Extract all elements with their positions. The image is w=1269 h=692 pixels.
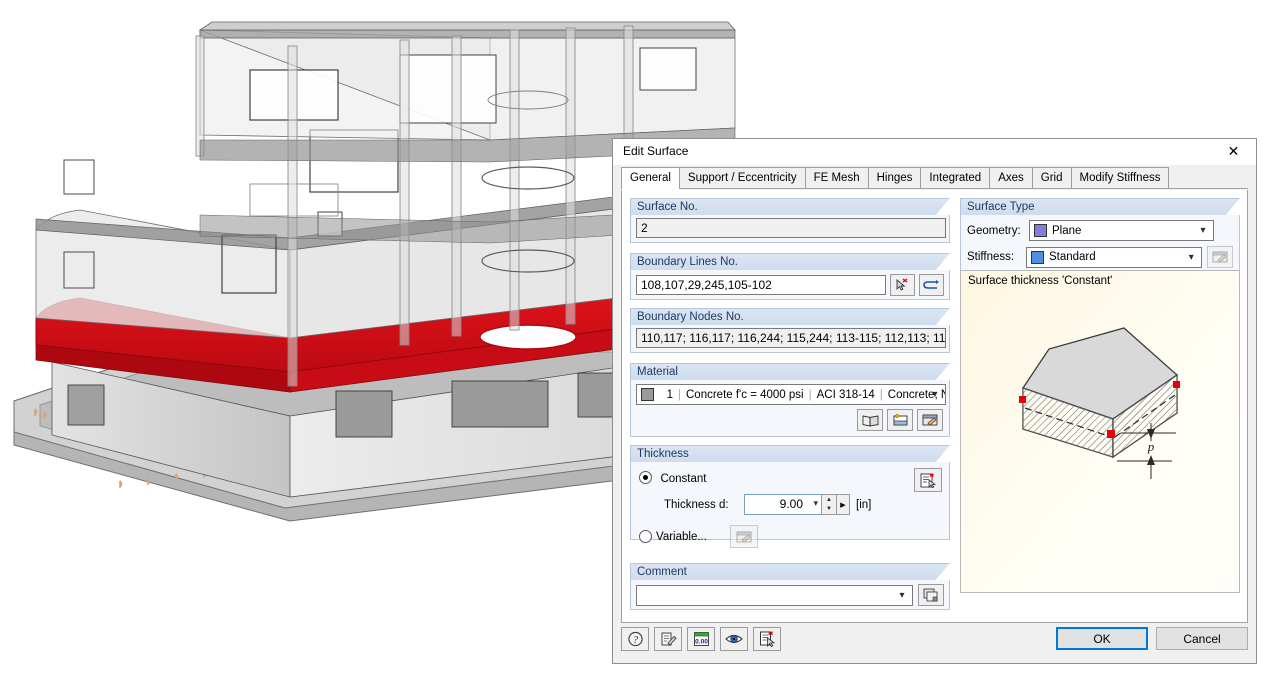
thickness-d-value: 9.00 xyxy=(780,497,803,511)
material-color-swatch xyxy=(641,388,654,401)
thickness-preview-panel[interactable]: Surface thickness 'Constant' xyxy=(960,270,1240,593)
thickness-unit: [in] xyxy=(856,499,871,511)
ok-button[interactable]: OK xyxy=(1056,627,1148,650)
chevron-down-icon[interactable]: ▾ xyxy=(1184,248,1198,267)
material-combo[interactable]: 1 | Concrete f'c = 4000 psi | ACI 318-14… xyxy=(636,384,946,405)
geometry-color-swatch xyxy=(1034,224,1047,237)
comment-input[interactable]: ▾ xyxy=(636,585,913,606)
geometry-combo[interactable]: Plane ▾ xyxy=(1029,220,1214,241)
thickness-variable-radio[interactable] xyxy=(639,530,652,543)
boundary-lines-field[interactable]: 108,107,29,245,105-102 xyxy=(636,275,886,295)
tab-hinges[interactable]: Hinges xyxy=(868,167,922,188)
thickness-more-icon[interactable]: ▶ xyxy=(837,494,850,515)
thickness-d-value-wrap[interactable]: 9.00 ▾ xyxy=(744,494,822,515)
surface-type-group: Surface Type Geometry: Plane ▾ Stiffness… xyxy=(960,198,1240,273)
material-group: Material 1 | Concrete f'c = 4000 psi | A… xyxy=(630,363,950,437)
surface-no-field[interactable]: 2 xyxy=(636,218,946,238)
material-label: Material xyxy=(630,363,950,380)
tab-modify-stiffness[interactable]: Modify Stiffness xyxy=(1071,167,1170,188)
edit-note-icon[interactable] xyxy=(654,627,682,651)
stiffness-settings-icon[interactable] xyxy=(1207,246,1233,268)
thickness-variable-label: Variable... xyxy=(656,531,730,543)
tab-general[interactable]: General xyxy=(621,167,680,189)
eye-view-icon[interactable] xyxy=(720,627,748,651)
surface-no-label: Surface No. xyxy=(630,198,950,215)
geometry-label: Geometry: xyxy=(967,225,1029,237)
variable-thickness-icon[interactable] xyxy=(730,525,758,548)
chevron-down-icon[interactable]: ▾ xyxy=(813,498,818,509)
chevron-down-icon[interactable]: ▾ xyxy=(928,385,942,404)
material-standard: ACI 318-14 xyxy=(817,389,875,401)
help-question-icon[interactable]: ? xyxy=(621,627,649,651)
thickness-spinner-arrows[interactable]: ▲ ▼ xyxy=(822,494,837,515)
chevron-down-icon[interactable]: ▾ xyxy=(895,586,909,605)
surface-type-label: Surface Type xyxy=(960,198,1240,215)
stiffness-color-swatch xyxy=(1031,251,1044,264)
edit-material-icon[interactable] xyxy=(917,409,943,431)
thickness-constant-radio[interactable] xyxy=(639,471,652,484)
tab-bar[interactable]: General Support / Eccentricity FE Mesh H… xyxy=(621,168,1248,189)
comment-group: Comment ▾ xyxy=(630,563,950,610)
stiffness-combo[interactable]: Standard ▾ xyxy=(1026,247,1202,268)
thickness-constant-radio-row[interactable]: Constant xyxy=(639,469,941,487)
dialog-title: Edit Surface xyxy=(623,144,688,158)
material-number: 1 xyxy=(659,389,673,401)
thickness-variable-row[interactable]: Variable... xyxy=(639,525,941,548)
tab-integrated[interactable]: Integrated xyxy=(920,167,990,188)
boundary-lines-label: Boundary Lines No. xyxy=(630,253,950,270)
dialog-footer: ? 0.00 xyxy=(613,623,1256,663)
spinner-down-icon[interactable]: ▼ xyxy=(822,505,836,515)
close-icon[interactable]: ✕ xyxy=(1211,139,1256,165)
tab-fe-mesh[interactable]: FE Mesh xyxy=(805,167,869,188)
svg-text:0.00: 0.00 xyxy=(695,639,708,646)
reverse-arrow-icon[interactable] xyxy=(919,274,944,296)
stiffness-label: Stiffness: xyxy=(967,251,1026,263)
new-material-icon[interactable] xyxy=(887,409,913,431)
document-cursor-icon[interactable] xyxy=(753,627,781,651)
slab-preview-diagram: d xyxy=(961,271,1239,592)
boundary-nodes-field[interactable]: 110,117; 116,117; 116,244; 115,244; 113-… xyxy=(636,328,946,348)
geometry-value: Plane xyxy=(1052,225,1081,237)
pick-cursor-icon[interactable] xyxy=(890,274,915,296)
dimension-label-d: d xyxy=(1147,442,1154,457)
tab-grid[interactable]: Grid xyxy=(1032,167,1072,188)
surface-no-group: Surface No. 2 xyxy=(630,198,950,243)
edit-surface-dialog[interactable]: Edit Surface ✕ General Support / Eccentr… xyxy=(612,138,1257,664)
stiffness-value: Standard xyxy=(1049,251,1096,263)
book-library-icon[interactable] xyxy=(857,409,883,431)
thickness-d-stepper[interactable]: 9.00 ▾ ▲ ▼ ▶ xyxy=(744,494,850,515)
thickness-constant-label: Constant xyxy=(660,473,706,485)
preview-caption: Surface thickness 'Constant' xyxy=(968,275,1112,287)
boundary-nodes-label: Boundary Nodes No. xyxy=(630,308,950,325)
spinner-up-icon[interactable]: ▲ xyxy=(822,495,836,505)
general-tab-pane: Surface No. 2 Boundary Lines No. 108,107… xyxy=(621,190,1248,623)
tab-axes[interactable]: Axes xyxy=(989,167,1033,188)
comment-label: Comment xyxy=(630,563,950,580)
cancel-button[interactable]: Cancel xyxy=(1156,627,1248,650)
tab-support-eccentricity[interactable]: Support / Eccentricity xyxy=(679,167,806,188)
thickness-label: Thickness xyxy=(630,445,950,462)
dialog-titlebar[interactable]: Edit Surface ✕ xyxy=(613,139,1256,165)
boundary-lines-group: Boundary Lines No. 108,107,29,245,105-10… xyxy=(630,253,950,300)
material-name: Concrete f'c = 4000 psi xyxy=(686,389,804,401)
boundary-nodes-group: Boundary Nodes No. 110,117; 116,117; 116… xyxy=(630,308,950,353)
thickness-info-icon[interactable] xyxy=(914,468,942,492)
svg-text:?: ? xyxy=(633,635,638,646)
thickness-d-label: Thickness d: xyxy=(664,499,744,511)
chevron-down-icon[interactable]: ▾ xyxy=(1196,221,1210,240)
thickness-group: Thickness Constant Thickness d: 9.00 ▾ xyxy=(630,445,950,540)
comment-copy-icon[interactable] xyxy=(918,584,944,606)
numeric-ruler-icon[interactable]: 0.00 xyxy=(687,627,715,651)
